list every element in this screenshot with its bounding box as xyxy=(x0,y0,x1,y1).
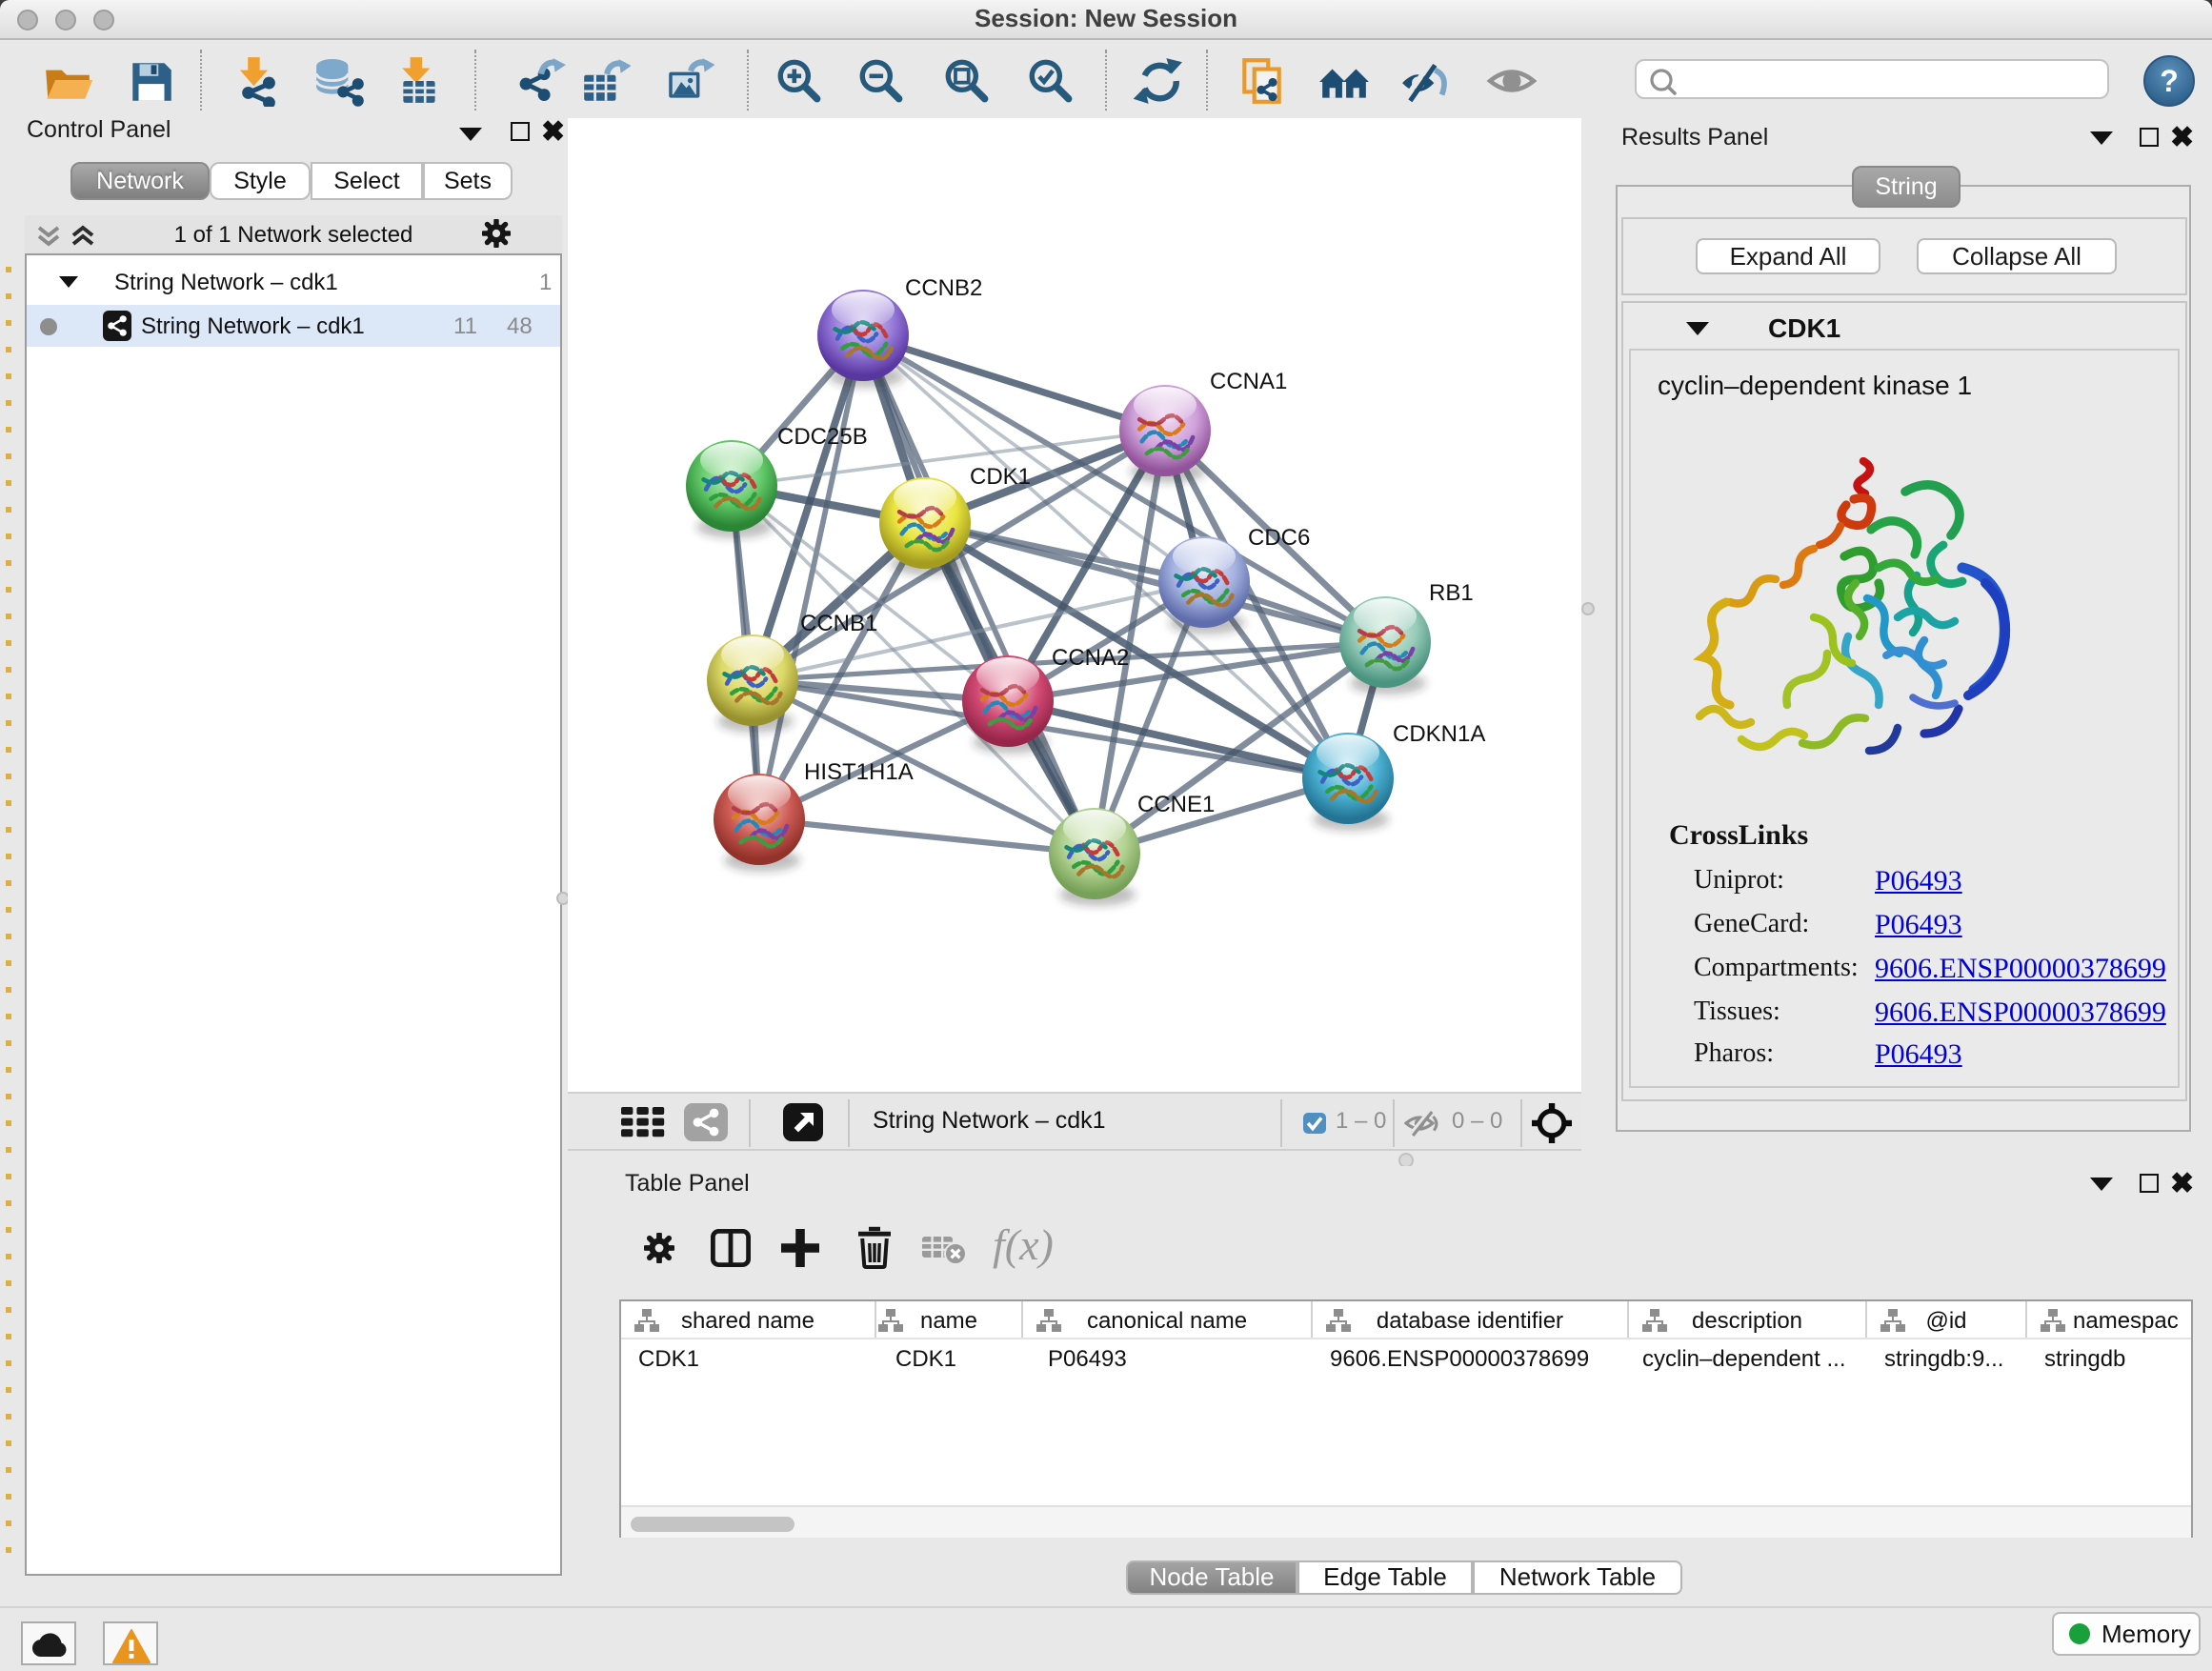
svg-text:RB1: RB1 xyxy=(1429,580,1474,606)
svg-text:CCNB2: CCNB2 xyxy=(905,275,982,301)
svg-text:CCNB1: CCNB1 xyxy=(800,611,877,636)
svg-text:CDC25B: CDC25B xyxy=(777,424,868,450)
svg-text:CCNA1: CCNA1 xyxy=(1210,369,1287,394)
svg-text:CCNE1: CCNE1 xyxy=(1137,792,1215,817)
svg-text:CDKN1A: CDKN1A xyxy=(1393,721,1485,747)
svg-text:CCNA2: CCNA2 xyxy=(1052,645,1129,671)
svg-text:CDC6: CDC6 xyxy=(1248,525,1310,551)
svg-text:HIST1H1A: HIST1H1A xyxy=(804,759,914,785)
svg-text:CDK1: CDK1 xyxy=(970,464,1031,490)
